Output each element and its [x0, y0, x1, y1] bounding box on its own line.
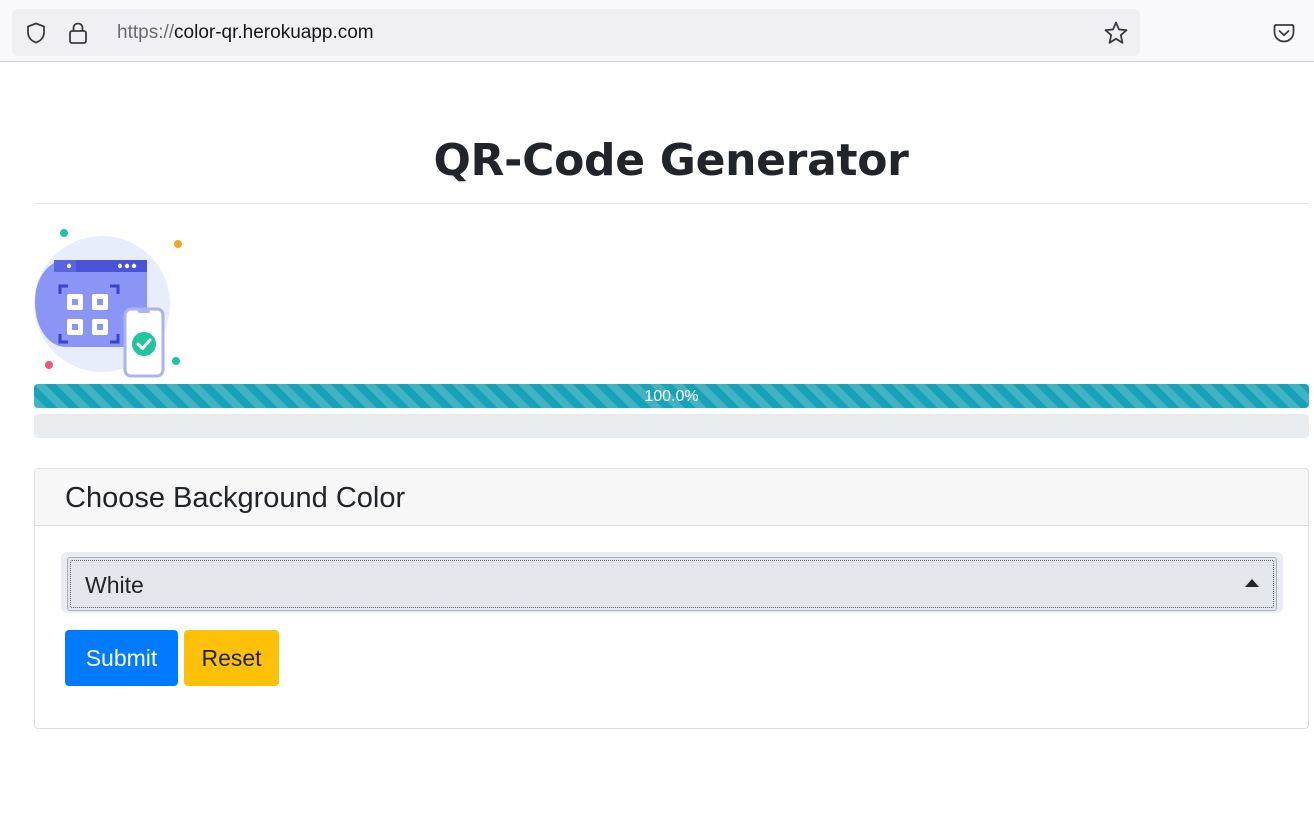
select-value: White: [85, 572, 144, 598]
lock-icon[interactable]: [66, 20, 90, 46]
submit-button[interactable]: Submit: [65, 630, 178, 686]
qr-scan-illustration: [34, 229, 182, 378]
pocket-icon[interactable]: [1271, 20, 1297, 46]
star-icon[interactable]: [1102, 20, 1130, 46]
url-bar[interactable]: https://color-qr.herokuapp.com: [12, 9, 1140, 56]
card-title: Choose Background Color: [65, 482, 406, 514]
browser-toolbar: https://color-qr.herokuapp.com: [0, 0, 1314, 62]
url-text[interactable]: https://color-qr.herokuapp.com: [117, 9, 374, 56]
progress-track-empty: [34, 414, 1309, 438]
progress-label: 100.0%: [644, 388, 699, 405]
title-divider: [34, 203, 1308, 204]
url-scheme: https://: [117, 22, 175, 43]
background-color-card: Choose Background Color White Submit Res…: [34, 468, 1309, 729]
shield-icon[interactable]: [23, 20, 49, 46]
page-title: QR-Code Generator: [433, 135, 909, 186]
background-color-select[interactable]: White: [67, 557, 1277, 611]
card-header: Choose Background Color: [35, 469, 1308, 526]
url-host: color-qr.herokuapp.com: [174, 22, 374, 43]
caret-up-icon: [1245, 579, 1259, 587]
reset-button[interactable]: Reset: [184, 630, 279, 686]
progress-bar: 100.0%: [34, 384, 1309, 408]
select-focus-outline: [70, 560, 1274, 608]
